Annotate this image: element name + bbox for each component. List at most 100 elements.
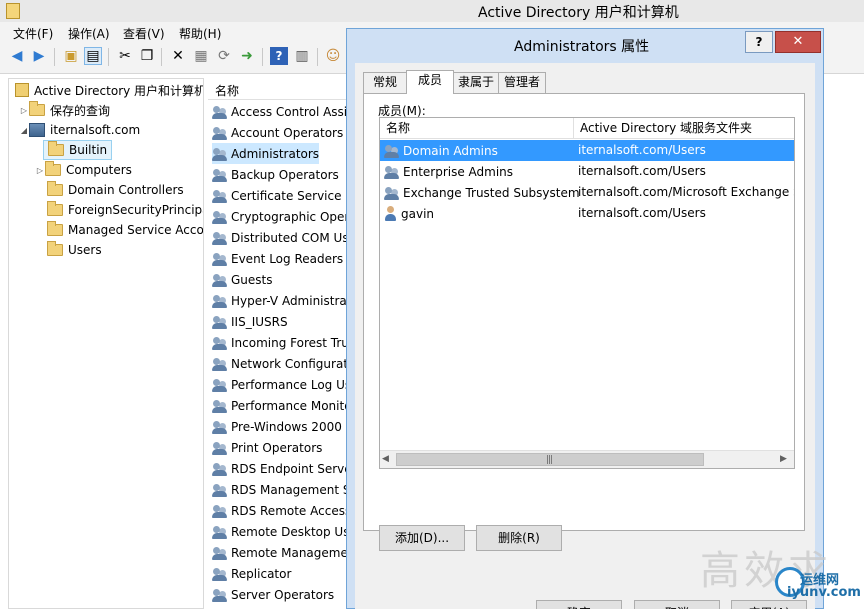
list-item[interactable]: Administrators: [212, 143, 320, 164]
list-item[interactable]: Server Operators: [212, 584, 334, 605]
tab-general[interactable]: 常规: [363, 72, 407, 93]
help-icon[interactable]: ?: [270, 47, 288, 65]
export-icon[interactable]: ➜: [238, 47, 256, 65]
show-tree-icon[interactable]: ▤: [84, 47, 102, 65]
copy-icon[interactable]: ❐: [138, 47, 156, 65]
scroll-left-icon[interactable]: ◀: [382, 454, 389, 464]
list-item[interactable]: Guests: [212, 269, 273, 290]
member-row[interactable]: gavin iternalsoft.com/Users: [380, 203, 794, 224]
back-arrow-icon[interactable]: ◀: [8, 47, 26, 65]
list-item-label: Replicator: [231, 566, 292, 581]
member-folder: iternalsoft.com/Users: [578, 164, 706, 178]
expand-arrow-icon[interactable]: ▷: [35, 166, 45, 175]
tree-item-label: Users: [68, 243, 102, 257]
list-item[interactable]: Incoming Forest Tru: [212, 332, 349, 353]
ok-button[interactable]: 确定: [536, 600, 622, 609]
horizontal-scrollbar[interactable]: ◀ ||| ▶: [380, 450, 794, 468]
list-item[interactable]: Distributed COM Us: [212, 227, 349, 248]
tree-item-users[interactable]: Users: [47, 240, 102, 260]
list-item-label: Performance Log Us: [231, 377, 352, 392]
collapse-arrow-icon[interactable]: ◢: [19, 126, 29, 135]
list-item[interactable]: Remote Manageme: [212, 542, 348, 563]
list-item[interactable]: Remote Desktop Us: [212, 521, 349, 542]
tree-item-domain-controllers[interactable]: Domain Controllers: [47, 180, 184, 200]
list-item[interactable]: Event Log Readers: [212, 248, 343, 269]
folder-icon: [45, 161, 61, 176]
list-item[interactable]: Account Operators: [212, 122, 343, 143]
list-item[interactable]: Performance Monito: [212, 395, 352, 416]
column-header-folder[interactable]: Active Directory 域服务文件夹: [574, 118, 794, 139]
list-item[interactable]: Access Control Assis: [212, 101, 353, 122]
group-icon: [212, 252, 228, 266]
add-button[interactable]: 添加(D)...: [379, 525, 465, 551]
list-item[interactable]: Replicator: [212, 563, 291, 584]
member-row[interactable]: Exchange Trusted Subsystem iternalsoft.co…: [380, 182, 794, 203]
cut-icon[interactable]: ✂: [116, 47, 134, 65]
tree-item-builtin[interactable]: Builtin: [43, 140, 113, 160]
column-name-label: 名称: [215, 84, 240, 98]
list-item[interactable]: Hyper-V Administrat: [212, 290, 351, 311]
list-item[interactable]: RDS Management S: [212, 479, 351, 500]
group-icon: [212, 147, 228, 161]
expand-arrow-icon[interactable]: ▷: [19, 106, 29, 115]
tree-root[interactable]: Active Directory 用户和计算机: [15, 80, 203, 100]
watermark-logo: 运维网 iyunv.com: [775, 567, 861, 603]
tree-item-foreign-security-principals[interactable]: ForeignSecurityPrincipa: [47, 200, 203, 220]
list-item[interactable]: Print Operators: [212, 437, 322, 458]
tab-member-of[interactable]: 隶属于: [453, 72, 499, 93]
column-header-name[interactable]: 名称: [380, 118, 574, 139]
member-name: Domain Admins: [403, 143, 498, 158]
folder-icon: [47, 181, 63, 196]
properties-dialog: Administrators 属性 ? ✕ 常规 成员 隶属于 管理者 成员(M…: [346, 28, 824, 609]
list-item[interactable]: Backup Operators: [212, 164, 339, 185]
tree-item-computers[interactable]: ▷ Computers: [35, 160, 132, 180]
toolbar-separator: [317, 48, 318, 66]
group-icon: [212, 273, 228, 287]
member-name-cell: Domain Admins: [384, 140, 498, 161]
properties-icon[interactable]: ▦: [192, 47, 210, 65]
folder-icon: [48, 141, 64, 156]
refresh-icon[interactable]: ⟳: [215, 47, 233, 65]
member-row[interactable]: Domain Admins iternalsoft.com/Users: [380, 140, 794, 161]
list-item-label: Server Operators: [231, 587, 335, 602]
menu-view[interactable]: 查看(V): [123, 25, 165, 42]
tab-managed-by[interactable]: 管理者: [498, 72, 546, 93]
list-item[interactable]: Network Configurat: [212, 353, 348, 374]
list-item[interactable]: Performance Log Us: [212, 374, 351, 395]
scroll-right-icon[interactable]: ▶: [780, 454, 787, 464]
list-item[interactable]: RDS Endpoint Serve: [212, 458, 352, 479]
list-item-label: RDS Management S: [231, 482, 351, 497]
tree-item-domain[interactable]: ◢ iternalsoft.com: [19, 120, 140, 140]
cancel-button[interactable]: 取消: [634, 600, 720, 609]
list-column-header[interactable]: 名称: [208, 78, 354, 100]
tab-members[interactable]: 成员: [406, 70, 454, 94]
new-user-icon[interactable]: ☺: [324, 47, 342, 65]
list-item-label: IIS_IUSRS: [231, 314, 288, 329]
list-item[interactable]: IIS_IUSRS: [212, 311, 288, 332]
scrollbar-thumb[interactable]: |||: [396, 453, 704, 466]
list-item[interactable]: Certificate Service D: [212, 185, 354, 206]
menu-help[interactable]: 帮助(H): [179, 25, 221, 42]
group-icon: [212, 294, 228, 308]
up-folder-icon[interactable]: ▣: [62, 47, 80, 65]
menu-action[interactable]: 操作(A): [68, 25, 110, 42]
list-item[interactable]: RDS Remote Access: [212, 500, 351, 521]
delete-icon[interactable]: ✕: [169, 47, 187, 65]
member-list[interactable]: 名称 Active Directory 域服务文件夹 Domain Admins…: [379, 117, 795, 469]
list-item-label: RDS Remote Access: [231, 503, 352, 518]
help-button[interactable]: ?: [745, 31, 773, 53]
toolbar-separator: [262, 48, 263, 66]
group-icon: [212, 126, 228, 140]
tree-item-label: iternalsoft.com: [50, 123, 141, 137]
console-icon[interactable]: ▥: [293, 47, 311, 65]
list-item[interactable]: Pre-Windows 2000 C: [212, 416, 354, 437]
close-button[interactable]: ✕: [775, 31, 821, 53]
member-row[interactable]: Enterprise Admins iternalsoft.com/Users: [380, 161, 794, 182]
tree-item-label: Domain Controllers: [68, 183, 184, 197]
list-item[interactable]: Cryptographic Oper: [212, 206, 349, 227]
tree-item-managed-service-accounts[interactable]: Managed Service Acco: [47, 220, 203, 240]
remove-button[interactable]: 删除(R): [476, 525, 562, 551]
forward-arrow-icon[interactable]: ▶: [30, 47, 48, 65]
tree-item-saved-queries[interactable]: ▷ 保存的查询: [19, 100, 110, 120]
menu-file[interactable]: 文件(F): [13, 25, 53, 42]
